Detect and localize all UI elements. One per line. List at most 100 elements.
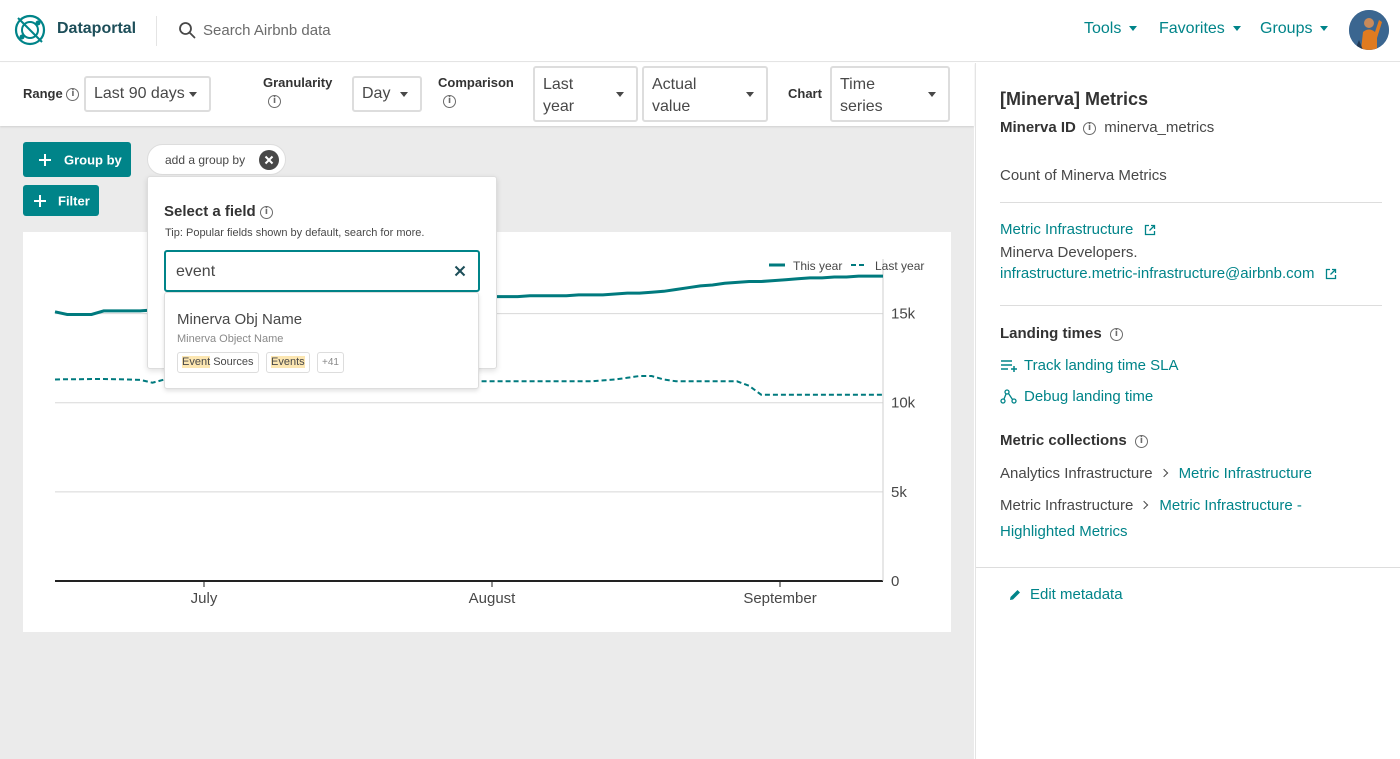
collection-link-continued[interactable]: Highlighted Metrics	[1000, 523, 1128, 540]
field-search-box	[164, 250, 480, 292]
chart-value-line1: Time	[840, 76, 875, 93]
nav-groups-label: Groups	[1260, 20, 1313, 37]
x-tick-label: July	[191, 590, 218, 607]
external-link-icon[interactable]	[1325, 268, 1337, 280]
info-icon[interactable]: i	[443, 95, 456, 108]
owner-group: Minerva Developers.	[1000, 244, 1138, 261]
debug-landing-link[interactable]: Debug landing time	[1024, 388, 1153, 405]
collection-link[interactable]: Metric Infrastructure	[1179, 465, 1312, 482]
brand-name[interactable]: Dataportal	[57, 20, 136, 38]
info-icon[interactable]: i	[66, 88, 80, 102]
playlist-add-icon	[1001, 360, 1017, 373]
clear-search-icon[interactable]	[454, 265, 466, 277]
remove-chip-button[interactable]	[259, 150, 279, 170]
nav-groups[interactable]: Groups	[1260, 20, 1329, 38]
track-sla-row[interactable]: Track landing time SLA	[1000, 357, 1179, 374]
avatar-image	[1349, 10, 1389, 50]
external-link-icon[interactable]	[1144, 224, 1156, 236]
metric-collections-title: Metric collections	[1000, 432, 1127, 449]
minerva-id-row: Minerva ID i minerva_metrics	[1000, 119, 1214, 136]
top-bar: Dataportal Tools Favorites Groups	[0, 0, 1400, 62]
nav-favorites[interactable]: Favorites	[1159, 20, 1241, 38]
comparison-value-line2: year	[543, 98, 575, 115]
chevron-down-icon	[189, 92, 197, 97]
info-icon[interactable]: i	[1109, 327, 1123, 341]
range-value: Last 90 days	[94, 85, 185, 102]
collection-parent: Metric Infrastructure	[1000, 497, 1134, 514]
header-divider	[156, 16, 157, 46]
owner-team-row: Metric Infrastructure	[1000, 221, 1156, 238]
field-result-name: Minerva Obj Name	[177, 311, 303, 328]
track-sla-link[interactable]: Track landing time SLA	[1024, 357, 1179, 374]
field-search-input[interactable]	[176, 261, 436, 283]
owner-email-row: infrastructure.metric-infrastructure@air…	[1000, 265, 1337, 282]
pencil-icon	[1010, 590, 1020, 601]
collection-link[interactable]: Metric Infrastructure -	[1159, 497, 1302, 514]
minerva-id-label: Minerva ID	[1000, 119, 1076, 136]
owner-team-link[interactable]: Metric Infrastructure	[1000, 221, 1133, 238]
chevron-down-icon	[746, 92, 754, 97]
comparison-period-select[interactable]: Last year	[533, 66, 638, 122]
edit-metadata-button[interactable]: Edit metadata	[1008, 586, 1123, 603]
dataportal-logo-icon[interactable]	[14, 14, 46, 46]
chart-controls-bar: Range i Last 90 days Granularity i Day C…	[0, 63, 974, 126]
divider	[1000, 202, 1382, 203]
range-label-text: Range	[23, 86, 63, 101]
chevron-down-icon	[616, 92, 624, 97]
range-label: Range i	[23, 86, 80, 102]
group-by-button[interactable]: Group by	[23, 142, 131, 177]
debug-landing-row[interactable]: Debug landing time	[1000, 388, 1153, 405]
chart-type-select[interactable]: Time series	[830, 66, 950, 122]
comparison-mode-select[interactable]: Actual value	[642, 66, 768, 122]
chevron-right-icon	[1159, 468, 1168, 478]
user-avatar[interactable]	[1349, 10, 1389, 50]
minerva-id-value: minerva_metrics	[1104, 119, 1215, 136]
collection-parent: Analytics Infrastructure	[1000, 465, 1153, 482]
chart-label: Chart	[788, 86, 822, 101]
divider	[1000, 305, 1382, 306]
info-icon[interactable]: i	[1134, 434, 1148, 448]
chevron-down-icon	[1232, 26, 1241, 32]
field-tag: Event Sources	[177, 352, 259, 373]
comparison-label: Comparison	[438, 75, 514, 90]
legend-label-this-year: This year	[793, 259, 842, 273]
popover-tip: Tip: Popular fields shown by default, se…	[165, 227, 425, 239]
collection-row: Metric Infrastructure Metric Infrastructu…	[1000, 497, 1302, 514]
tag-highlight: Event	[182, 356, 211, 368]
granularity-label: Granularity	[263, 75, 333, 90]
chevron-down-icon	[1320, 26, 1329, 32]
plus-icon	[39, 153, 51, 166]
field-result-item[interactable]: Minerva Obj Name Minerva Object Name Eve…	[164, 292, 479, 389]
collection-row: Analytics Infrastructure Metric Infrastru…	[1000, 465, 1312, 482]
metadata-panel: [Minerva] Metrics Minerva ID i minerva_m…	[975, 63, 1400, 759]
search-input[interactable]	[203, 18, 503, 42]
granularity-value: Day	[362, 85, 391, 102]
range-select[interactable]: Last 90 days	[84, 76, 211, 112]
group-by-chip[interactable]: add a group by	[147, 144, 286, 175]
tag-rest: Sources	[210, 356, 254, 368]
main-area: Range i Last 90 days Granularity i Day C…	[0, 63, 974, 759]
field-tag: Events	[266, 352, 310, 373]
divider	[976, 567, 1400, 568]
landing-times-heading: Landing times i	[1000, 325, 1123, 342]
chart-value-line2: series	[840, 98, 883, 115]
filter-button[interactable]: Filter	[23, 185, 99, 216]
nav-tools[interactable]: Tools	[1084, 20, 1138, 38]
filter-label: Filter	[58, 193, 90, 208]
chip-label: add a group by	[165, 153, 246, 167]
metric-collections-heading: Metric collections i	[1000, 432, 1148, 449]
x-tick-label: August	[469, 590, 517, 607]
legend-label-last-year: Last year	[875, 259, 924, 273]
info-icon[interactable]: i	[268, 95, 281, 108]
info-icon[interactable]: i	[1083, 121, 1097, 135]
group-by-label: Group by	[64, 152, 122, 167]
more-tags-badge[interactable]: +41	[317, 352, 344, 373]
plus-icon	[34, 194, 46, 207]
close-icon	[264, 155, 274, 165]
granularity-select[interactable]: Day	[352, 76, 422, 112]
owner-email-link[interactable]: infrastructure.metric-infrastructure@air…	[1000, 265, 1315, 282]
y-tick-label: 10k	[891, 395, 916, 412]
comparison-mode-line1: Actual	[652, 76, 697, 93]
info-icon[interactable]: i	[259, 205, 273, 219]
nav-tools-label: Tools	[1084, 20, 1122, 37]
